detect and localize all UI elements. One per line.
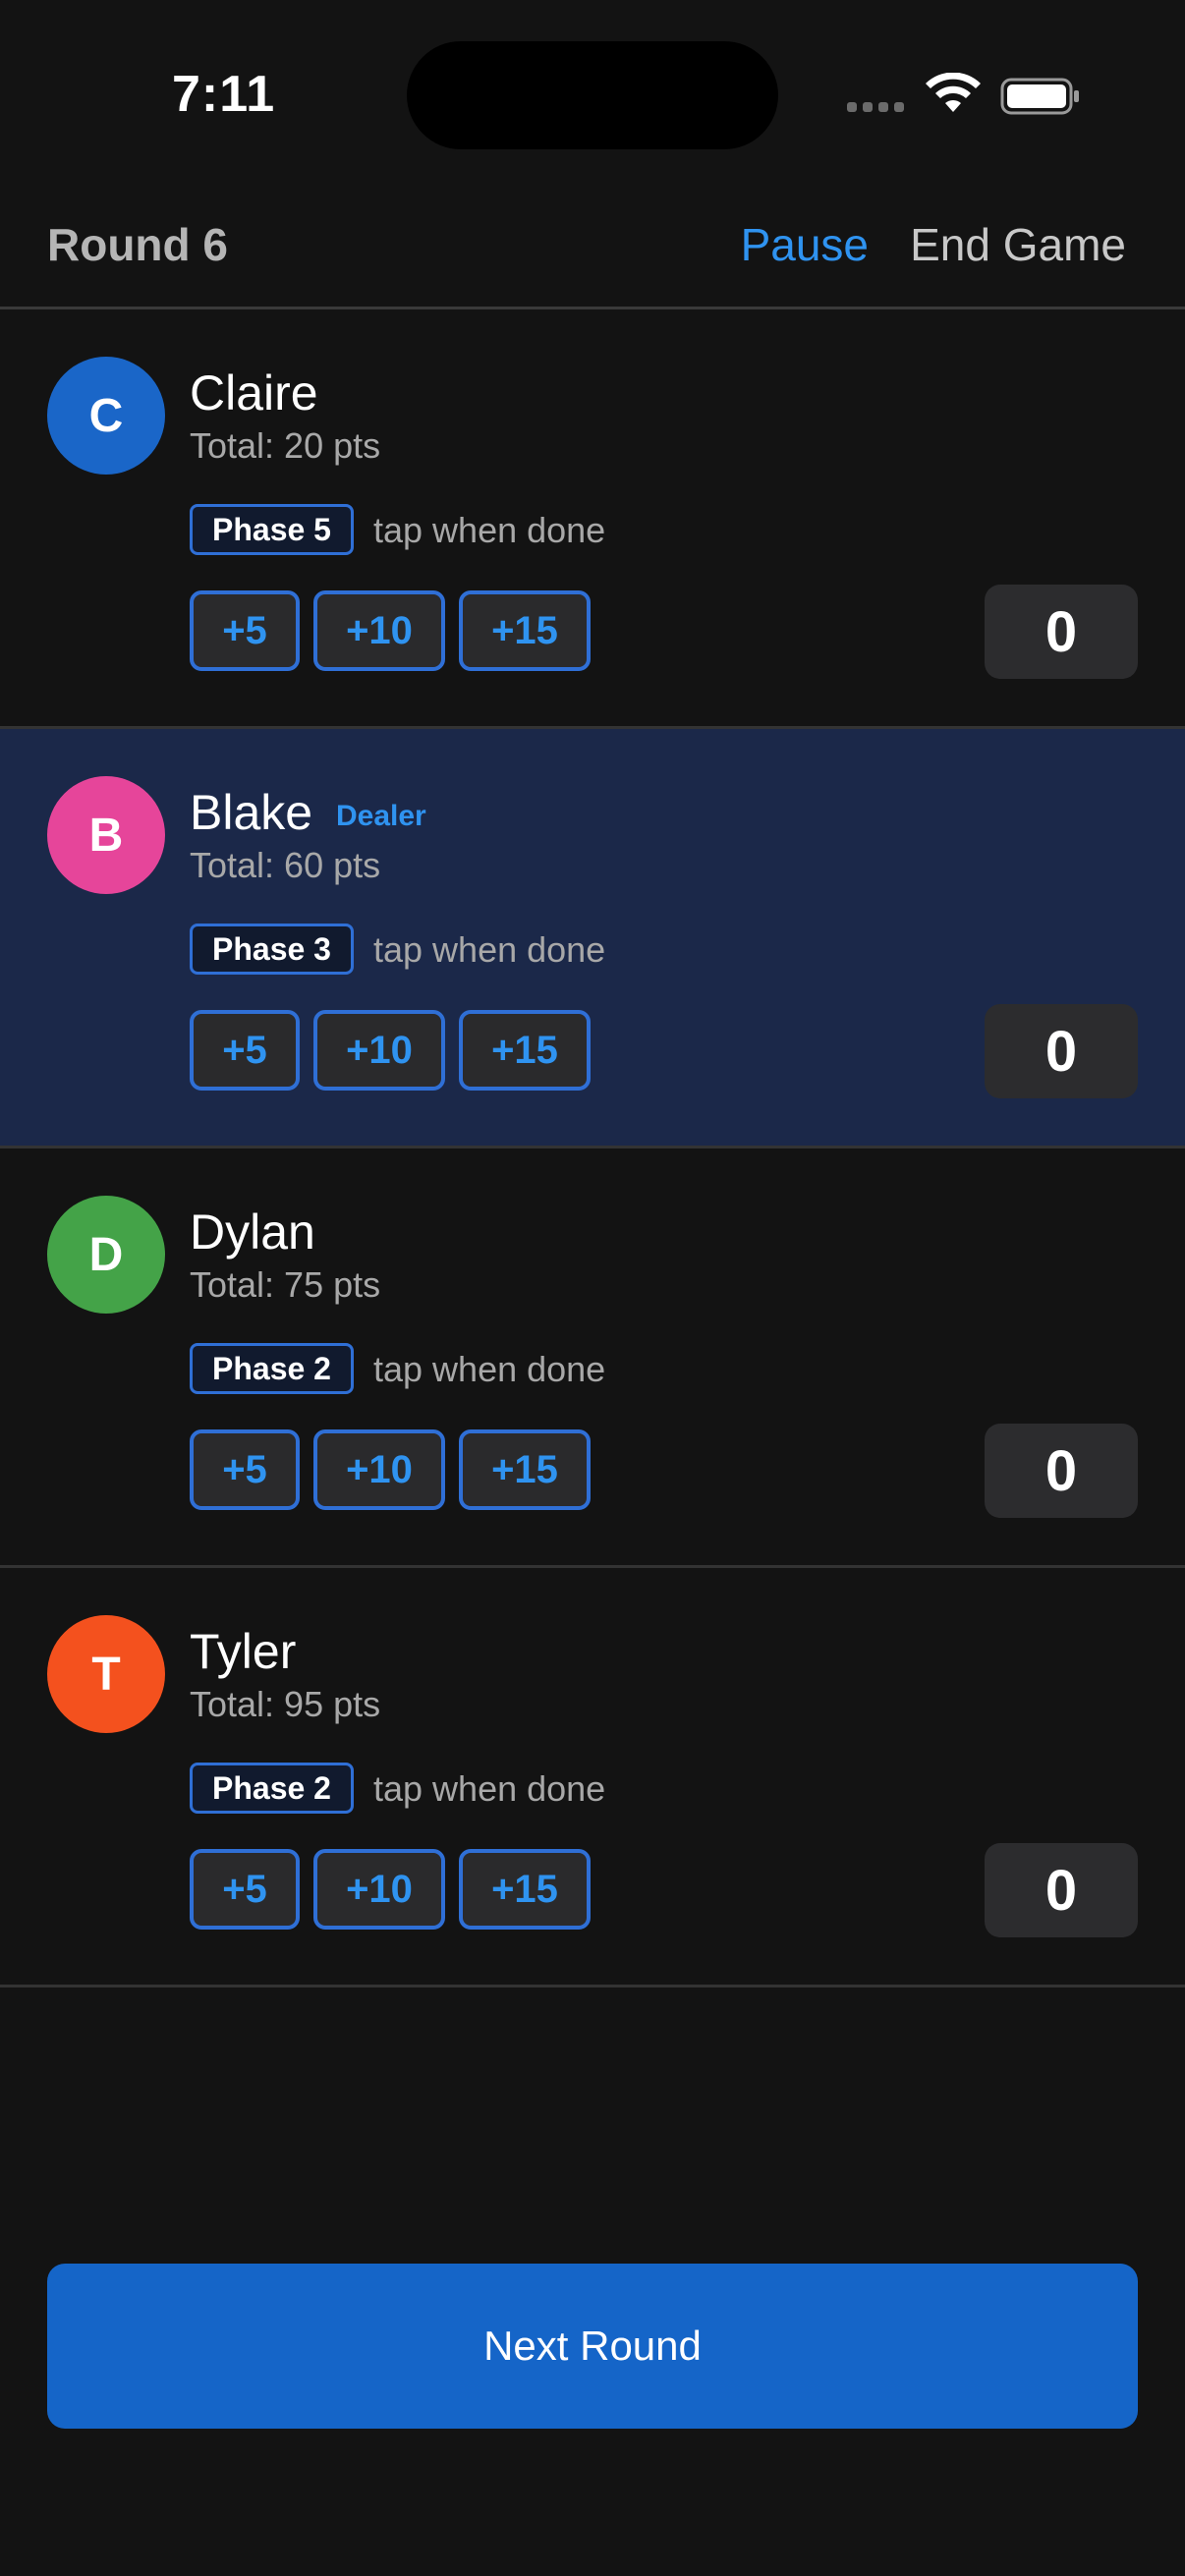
phase-badge[interactable]: Phase 2 [190,1763,354,1814]
bonus-button-group: +5 +10 +15 [190,1429,591,1510]
avatar: T [47,1615,165,1733]
player-name: Claire [190,365,318,420]
phase-hint: tap when done [373,929,606,970]
avatar: C [47,357,165,475]
add-10-button[interactable]: +10 [313,1429,445,1510]
player-name: Blake [190,785,313,840]
next-round-button[interactable]: Next Round [47,2264,1138,2429]
phase-badge[interactable]: Phase 5 [190,504,354,555]
add-5-button[interactable]: +5 [190,1849,300,1930]
player-name: Dylan [190,1204,315,1260]
player-name: Tyler [190,1624,297,1679]
player-row-dylan: D Dylan Total: 75 pts Phase 2 tap when d… [0,1148,1185,1568]
phase-badge[interactable]: Phase 2 [190,1343,354,1394]
status-bar: 7:11 [0,0,1185,177]
player-total: Total: 95 pts [190,1684,381,1724]
player-row-blake: B Blake Dealer Total: 60 pts Phase 3 tap… [0,729,1185,1148]
pause-button[interactable]: Pause [741,218,869,271]
add-10-button[interactable]: +10 [313,1010,445,1091]
round-score-input[interactable]: 0 [985,1843,1138,1937]
phase-badge[interactable]: Phase 3 [190,924,354,975]
avatar: B [47,776,165,894]
game-header: Round 6 Pause End Game [0,177,1185,309]
player-total: Total: 75 pts [190,1264,381,1305]
dealer-badge: Dealer [336,800,426,832]
player-total: Total: 60 pts [190,845,381,885]
phase-hint: tap when done [373,1349,606,1389]
status-time: 7:11 [172,66,276,123]
avatar: D [47,1196,165,1314]
add-10-button[interactable]: +10 [313,1849,445,1930]
add-15-button[interactable]: +15 [459,1849,591,1930]
cellular-signal-icon [847,102,904,112]
round-score-input[interactable]: 0 [985,585,1138,679]
add-5-button[interactable]: +5 [190,590,300,671]
player-list: C Claire Total: 20 pts Phase 5 tap when … [0,309,1185,1988]
player-row-claire: C Claire Total: 20 pts Phase 5 tap when … [0,309,1185,729]
round-score-input[interactable]: 0 [985,1004,1138,1098]
dynamic-island [407,41,778,149]
player-total: Total: 20 pts [190,425,381,466]
add-5-button[interactable]: +5 [190,1010,300,1091]
phase-hint: tap when done [373,1768,606,1809]
bonus-button-group: +5 +10 +15 [190,1010,591,1091]
add-10-button[interactable]: +10 [313,590,445,671]
battery-icon [1000,78,1079,115]
add-15-button[interactable]: +15 [459,1429,591,1510]
add-15-button[interactable]: +15 [459,590,591,671]
end-game-button[interactable]: End Game [910,218,1126,271]
wifi-icon [926,73,981,112]
phase-hint: tap when done [373,510,606,550]
round-title: Round 6 [47,219,228,270]
add-15-button[interactable]: +15 [459,1010,591,1091]
bonus-button-group: +5 +10 +15 [190,1849,591,1930]
round-score-input[interactable]: 0 [985,1424,1138,1518]
add-5-button[interactable]: +5 [190,1429,300,1510]
bonus-button-group: +5 +10 +15 [190,590,591,671]
player-row-tyler: T Tyler Total: 95 pts Phase 2 tap when d… [0,1568,1185,1988]
